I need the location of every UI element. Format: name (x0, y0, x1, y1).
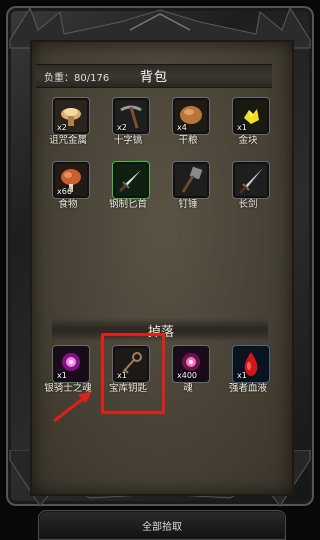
item-name: 钉锤 (178, 199, 198, 210)
pink-soul-icon: x1 (53, 346, 89, 382)
item-quantity: x2 (57, 123, 67, 132)
item-name: 钢制匕首 (108, 199, 147, 210)
drop-slot-strong-blood[interactable]: x1 强者血液 (218, 346, 278, 402)
inventory-title: 背包 (140, 70, 169, 85)
inventory-slot-mace[interactable]: 钉锤 (158, 162, 218, 218)
mace-icon (173, 162, 209, 198)
item-name: 金块 (238, 135, 258, 146)
item-quantity: x1 (237, 371, 247, 380)
item-quantity: x1 (57, 371, 67, 380)
item-name: 干粮 (178, 135, 198, 146)
dagger-icon (113, 162, 149, 198)
inventory-slot-longsword[interactable]: 长剑 (218, 162, 278, 218)
inventory-slot-food[interactable]: x66 食物 (38, 162, 98, 218)
drop-slot-souls[interactable]: x400 魂 (158, 346, 218, 402)
weight-label: 负重：80/176 (44, 73, 110, 84)
item-quantity: x2 (117, 123, 127, 132)
inventory-slot-rations[interactable]: x4 干粮 (158, 98, 218, 154)
inventory-slot-steel-dagger[interactable]: 钢制匕首 (98, 162, 158, 218)
metal-icon: x2 (53, 98, 89, 134)
inventory-slot-cursed-metal[interactable]: x2 诅咒金属 (38, 98, 98, 154)
item-name: 诅咒金属 (48, 135, 87, 146)
bread-icon: x4 (173, 98, 209, 134)
item-quantity: x1 (237, 123, 247, 132)
inventory-slot-gold[interactable]: x1 金块 (218, 98, 278, 154)
soul-icon: x400 (173, 346, 209, 382)
pickaxe-icon: x2 (113, 98, 149, 134)
item-name: 强者血液 (228, 383, 267, 394)
meat-icon: x66 (53, 162, 89, 198)
pickup-all-label: 全部拾取 (142, 522, 182, 533)
pointer-arrow-icon (53, 391, 92, 423)
item-quantity: x4 (177, 123, 187, 132)
longsword-icon (233, 162, 269, 198)
gold-nugget-icon: x1 (233, 98, 269, 134)
item-name: 长剑 (238, 199, 258, 210)
item-name: 十字镐 (113, 135, 143, 146)
item-quantity: x400 (177, 371, 198, 380)
inventory-slot-pickaxe[interactable]: x2 十字镐 (98, 98, 158, 154)
highlight-box (101, 333, 165, 414)
item-quantity: x66 (57, 187, 72, 196)
pickup-all-button[interactable]: 全部拾取 (38, 510, 286, 540)
item-name: 食物 (58, 199, 78, 210)
blood-drop-icon: x1 (233, 346, 269, 382)
